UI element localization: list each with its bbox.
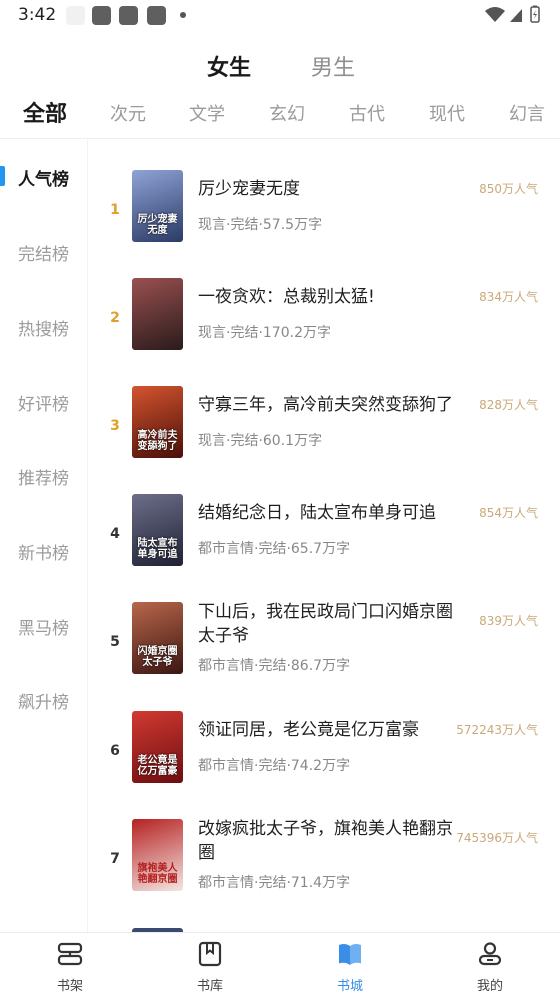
- book-cover[interactable]: 陆太宣布单身可追: [132, 494, 183, 566]
- wifi-icon: [485, 7, 505, 22]
- nav-label: 书架: [56, 979, 83, 994]
- book-meta: 都市言情·完结·65.7万字: [198, 541, 351, 557]
- tab-category-xuanhuan[interactable]: 玄幻: [269, 100, 305, 126]
- book-meta: 现言·完结·170.2万字: [198, 325, 331, 341]
- active-indicator: [0, 166, 5, 186]
- cover-title: 老公竟是亿万富豪: [137, 755, 178, 777]
- book-row[interactable]: 6 老公竟是亿万富豪 领证同居，老公竟是亿万富豪 都市言情·完结·74.2万字 …: [88, 711, 560, 819]
- rank-number: 3: [110, 418, 120, 434]
- book-meta: 都市言情·完结·71.4万字: [198, 875, 351, 891]
- library-icon: [198, 941, 222, 967]
- rank-number: 2: [110, 310, 120, 326]
- tab-female[interactable]: 女生: [207, 50, 251, 82]
- status-time: 3:42: [18, 5, 57, 25]
- cover-title: 高冷前夫变舔狗了: [137, 430, 178, 452]
- sidebar-item-dark-horse[interactable]: 黑马榜: [18, 614, 69, 639]
- cover-title: 闪婚京圈太子爷: [137, 646, 178, 668]
- notification-icon: [119, 6, 138, 25]
- tab-category-wenxue[interactable]: 文学: [189, 100, 225, 126]
- sidebar-item-hot-search[interactable]: 热搜榜: [18, 315, 69, 340]
- nav-profile[interactable]: 我的: [420, 933, 560, 995]
- tab-category-all[interactable]: 全部: [23, 96, 67, 128]
- book-title[interactable]: 领证同居，老公竟是亿万富豪: [198, 718, 468, 742]
- book-row[interactable]: 5 闪婚京圈太子爷 下山后，我在民政局门口闪婚京圈太子爷 都市言情·完结·86.…: [88, 602, 560, 710]
- signal-icon: [510, 9, 522, 22]
- tab-category-ciyuan[interactable]: 次元: [110, 100, 146, 126]
- book-title[interactable]: 下山后，我在民政局门口闪婚京圈太子爷: [198, 600, 468, 648]
- rank-number: 5: [110, 634, 120, 650]
- book-title[interactable]: 结婚纪念日，陆太宣布单身可追: [198, 501, 468, 525]
- cover-title: 陆太宣布单身可追: [137, 538, 178, 560]
- book-title[interactable]: 厉少宠妻无度: [198, 177, 468, 201]
- category-tabs: 全部 次元 文学 玄幻 古代 现代 幻言: [0, 96, 560, 136]
- book-row[interactable]: 7 旗袍美人艳翻京圈 改嫁疯批太子爷，旗袍美人艳翻京圈 都市言情·完结·71.4…: [88, 819, 560, 927]
- tab-male[interactable]: 男生: [311, 50, 355, 82]
- popularity-count: 850万人气: [479, 182, 538, 196]
- book-row[interactable]: 2 一夜贪欢：总裁别太猛! 现言·完结·170.2万字 834万人气: [88, 278, 560, 386]
- book-cover[interactable]: 老公竟是亿万富豪: [132, 711, 183, 783]
- rank-number: 7: [110, 851, 120, 867]
- notification-icon: [92, 6, 111, 25]
- sidebar-item-recommended[interactable]: 推荐榜: [18, 464, 69, 489]
- book-title[interactable]: 守寡三年，高冷前夫突然变舔狗了: [198, 393, 468, 417]
- sidebar-item-rising[interactable]: 飙升榜: [18, 688, 69, 713]
- book-meta: 现言·完结·60.1万字: [198, 433, 323, 449]
- book-cover[interactable]: 高冷前夫变舔狗了: [132, 386, 183, 458]
- book-cover[interactable]: 闪婚京圈太子爷: [132, 602, 183, 674]
- tab-category-xiandai[interactable]: 现代: [429, 100, 465, 126]
- sidebar-item-popularity[interactable]: 人气榜: [18, 165, 69, 190]
- book-title[interactable]: 一夜贪欢：总裁别太猛!: [198, 285, 468, 309]
- bottom-nav: 书架 书库 书城 我的: [0, 932, 560, 995]
- rank-number: 1: [110, 202, 120, 218]
- ranking-sidebar: 人气榜 完结榜 热搜榜 好评榜 推荐榜 新书榜 黑马榜 飙升榜: [0, 139, 88, 932]
- gender-tabs: 女生 男生: [0, 44, 560, 84]
- tab-category-huanyan[interactable]: 幻言: [509, 100, 545, 126]
- sidebar-item-new-books[interactable]: 新书榜: [18, 539, 69, 564]
- popularity-count: 572243万人气: [456, 723, 538, 737]
- rank-number: 6: [110, 743, 120, 759]
- book-row[interactable]: 1 厉少宠妻无度 厉少宠妻无度 现言·完结·57.5万字 850万人气: [88, 170, 560, 278]
- notification-icon: [66, 6, 85, 25]
- nav-label: 书城: [336, 979, 363, 994]
- book-row[interactable]: 3 高冷前夫变舔狗了 守寡三年，高冷前夫突然变舔狗了 现言·完结·60.1万字 …: [88, 386, 560, 494]
- profile-icon: [478, 942, 502, 966]
- popularity-count: 854万人气: [479, 506, 538, 520]
- book-cover[interactable]: [132, 278, 183, 350]
- book-meta: 都市言情·完结·74.2万字: [198, 758, 351, 774]
- nav-bookstore[interactable]: 书城: [280, 933, 420, 995]
- book-cover[interactable]: 厉少宠妻无度: [132, 170, 183, 242]
- popularity-count: 828万人气: [479, 398, 538, 412]
- more-notifications-icon: [180, 12, 186, 18]
- sidebar-item-top-rated[interactable]: 好评榜: [18, 390, 69, 415]
- book-cover[interactable]: 旗袍美人艳翻京圈: [132, 819, 183, 891]
- book-meta: 都市言情·完结·86.7万字: [198, 658, 351, 674]
- status-icons: [484, 5, 546, 25]
- nav-library[interactable]: 书库: [140, 933, 280, 995]
- popularity-count: 839万人气: [479, 614, 538, 628]
- sidebar-item-completed[interactable]: 完结榜: [18, 240, 69, 265]
- tab-category-gudai[interactable]: 古代: [349, 100, 385, 126]
- rank-number: 4: [110, 526, 120, 542]
- book-meta: 现言·完结·57.5万字: [198, 217, 323, 233]
- book-title[interactable]: 改嫁疯批太子爷，旗袍美人艳翻京圈: [198, 817, 468, 865]
- book-row[interactable]: 4 陆太宣布单身可追 结婚纪念日，陆太宣布单身可追 都市言情·完结·65.7万字…: [88, 494, 560, 602]
- popularity-count: 834万人气: [479, 290, 538, 304]
- status-bar: 3:42: [0, 0, 560, 32]
- book-list: 1 厉少宠妻无度 厉少宠妻无度 现言·完结·57.5万字 850万人气 2 一夜…: [88, 139, 560, 932]
- nav-label: 我的: [476, 979, 503, 994]
- bookstore-icon: [339, 943, 361, 965]
- nav-label: 书库: [196, 979, 223, 994]
- bookshelf-icon: [57, 942, 83, 966]
- battery-icon: [530, 5, 540, 23]
- popularity-count: 745396万人气: [456, 831, 538, 845]
- nav-bookshelf[interactable]: 书架: [0, 933, 140, 995]
- cover-title: 厉少宠妻无度: [137, 214, 178, 236]
- cover-title: 旗袍美人艳翻京圈: [137, 863, 178, 885]
- notification-icon: [147, 6, 166, 25]
